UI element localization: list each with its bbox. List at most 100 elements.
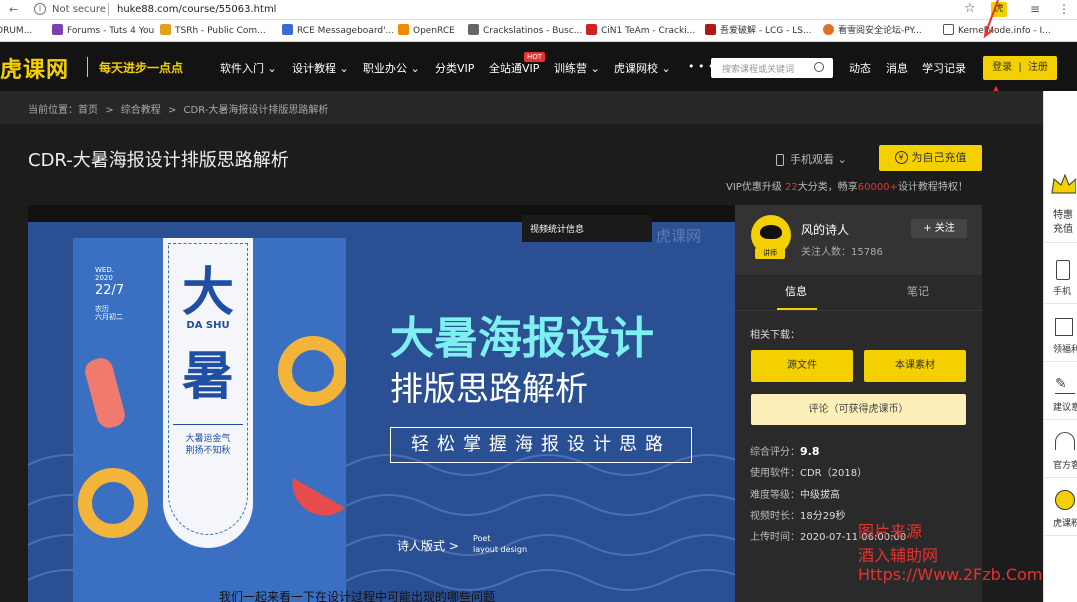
info-label: 使用软件： (750, 468, 800, 479)
site-slogan: 每天进步一点点 (99, 61, 184, 75)
sidebar-label: 特惠充值 (1053, 210, 1073, 235)
follow-button[interactable]: + 关注 (911, 219, 967, 238)
nav-item-training[interactable]: 训练营 ⌄ (554, 60, 600, 76)
nav-item-office[interactable]: 职业办公 ⌄ (363, 60, 420, 76)
bookmark-label: TSRh - Public Com... (175, 26, 266, 36)
material-button[interactable]: 本课素材 (864, 350, 966, 382)
breadcrumb-home[interactable]: 首页 (78, 105, 98, 116)
stats-overlay[interactable]: 视频统计信息 (522, 215, 652, 242)
sidebar-item-mobile[interactable]: 手机 (1044, 246, 1077, 304)
recharge-label: 为自己充值 (911, 151, 967, 164)
bookmark-item[interactable]: ORUM... (0, 20, 32, 41)
sidebar-item-points[interactable]: 虎课积 (1044, 478, 1077, 536)
bookmark-label: OpenRCE (413, 26, 455, 36)
register-button[interactable]: 注册 (1028, 62, 1048, 73)
watermelon-shape (292, 478, 345, 516)
link-feed[interactable]: 动态 (849, 60, 871, 76)
nav-item-school[interactable]: 虎课网校 ⌄ (614, 60, 671, 76)
recharge-button[interactable]: ¥ 为自己充值 (879, 145, 982, 171)
downloads-label: 相关下载： (750, 330, 800, 341)
poster-pinyin: DA SHU (186, 320, 230, 331)
search-input[interactable]: 搜索课程或关键词 (722, 62, 794, 75)
sidebar-item-gift[interactable]: 领福利 (1044, 304, 1077, 362)
source-file-button[interactable]: 源文件 (751, 350, 853, 382)
tab-notes[interactable]: 笔记 (907, 283, 929, 299)
back-arrow-icon[interactable]: ← (9, 3, 18, 16)
bookmark-label: 吾爱破解 - LCG - LS... (720, 26, 812, 36)
star-icon[interactable]: ☆ (964, 1, 976, 16)
bookmark-item[interactable]: CiN1 TeAm - Cracki... (586, 20, 696, 41)
swim-ring-shape (278, 336, 346, 406)
info-label: 综合评分： (750, 447, 800, 458)
sidebar-label: 虎课积 (1053, 519, 1077, 529)
bookmark-label: CiN1 TeAm - Cracki... (601, 26, 696, 36)
nav-item-category-vip[interactable]: 分类VIP (435, 60, 474, 76)
bookmark-item[interactable]: RCE Messageboard'... (282, 20, 394, 41)
teacher-name[interactable]: 风的诗人 (801, 221, 849, 238)
auth-divider: | (1018, 62, 1022, 73)
sidebar-item-recharge[interactable]: 特惠充值 (1044, 163, 1077, 243)
overlay-watermark-line2: 酒入辅助网 (858, 546, 939, 565)
menu-icon[interactable]: ⋮ (1058, 2, 1070, 16)
vip-promo-text: VIP优惠升级 (726, 182, 785, 193)
followers-label: 关注人数： (801, 247, 851, 258)
bookmark-item[interactable]: OpenRCE (398, 20, 455, 41)
avatar-shape (760, 225, 782, 239)
info-rating: 综合评分：9.8 (750, 443, 820, 458)
info-label: 难度等级： (750, 490, 800, 501)
vip-promo-number: 60000+ (857, 182, 898, 193)
breadcrumb: 当前位置：首页 > 综合教程 > CDR-大暑海报设计排版思路解析 (0, 91, 1045, 124)
breadcrumb-current: CDR-大暑海报设计排版思路解析 (183, 105, 329, 116)
bookmark-item[interactable]: Forums - Tuts 4 You (52, 20, 155, 41)
comment-button[interactable]: 评论（可获得虎课币） (751, 394, 966, 425)
overlay-watermark-line1: 图片来源 (858, 522, 923, 541)
bookmark-item[interactable]: 吾爱破解 - LCG - LS... (705, 20, 812, 41)
course-title: CDR-大暑海报设计排版思路解析 (28, 150, 289, 171)
breadcrumb-category[interactable]: 综合教程 (121, 105, 161, 116)
bookmark-item[interactable]: 看雪阅安全论坛-PY... (823, 20, 922, 41)
mobile-watch-label: 手机观看 (790, 153, 834, 166)
bookmark-label: 看雪阅安全论坛-PY... (838, 26, 922, 36)
nav-label: 软件入门 (220, 62, 264, 75)
bookmark-icon (468, 24, 479, 35)
vip-promo-number: 22 (785, 182, 798, 193)
sidebar-item-support[interactable]: 官方客 (1044, 420, 1077, 478)
chevron-down-icon: ⌄ (661, 62, 671, 75)
reading-list-icon[interactable]: ≡ (1030, 2, 1040, 16)
link-history[interactable]: 学习记录 (922, 60, 966, 76)
bookmark-icon (705, 24, 716, 35)
poster-big-char: 暑 (181, 347, 234, 407)
vip-promo[interactable]: VIP优惠升级 22大分类，畅享60000+设计教程特权！ (726, 178, 968, 193)
poster-date: 22/7 (95, 283, 125, 298)
browser-address-bar: ← i Not secure huke88.com/course/55063.h… (0, 0, 1077, 20)
bookmark-item[interactable]: TSRh - Public Com... (160, 20, 266, 41)
mobile-watch-button[interactable]: 手机观看 ⌄ (776, 151, 847, 167)
nav-item-design[interactable]: 设计教程 ⌄ (292, 60, 349, 76)
poster-banner: 大 DA SHU 暑 大暑运金气 荆扬不知秋 (163, 238, 253, 548)
site-logo[interactable]: 虎课网 (0, 52, 69, 84)
headline-main: 大暑海报设计 (390, 313, 654, 364)
search-box[interactable]: 搜索课程或关键词 (711, 58, 833, 78)
info-value: 18分29秒 (800, 511, 846, 522)
video-watermark: 虎课网 (656, 227, 702, 245)
nav-item-all-vip[interactable]: 全站通VIP (489, 60, 539, 76)
site-header: 虎课网 每天进步一点点 软件入门 ⌄ 设计教程 ⌄ 职业办公 ⌄ 分类VIP 全… (0, 43, 1077, 91)
link-messages[interactable]: 消息 (886, 60, 908, 76)
sidebar-label: 手机 (1053, 287, 1072, 297)
poster-image: 大 DA SHU 暑 大暑运金气 荆扬不知秋 WED. 2020 22/7 农历… (73, 238, 346, 602)
video-player[interactable]: 大 DA SHU 暑 大暑运金气 荆扬不知秋 WED. 2020 22/7 农历… (28, 205, 735, 602)
url-input[interactable]: huke88.com/course/55063.html (117, 4, 276, 15)
mobile-icon (1056, 260, 1070, 280)
nav-label: 训练营 (554, 62, 587, 75)
nav-item-software[interactable]: 软件入门 ⌄ (220, 60, 277, 76)
search-icon[interactable] (814, 62, 824, 72)
bookmark-label: Forums - Tuts 4 You (67, 26, 155, 36)
vip-promo-text: 设计教程特权！ (897, 182, 968, 193)
sidebar-item-feedback[interactable]: ✎ 建议意 (1044, 362, 1077, 420)
series-label: 诗人版式 > (397, 539, 459, 553)
series-en: Poet (473, 534, 491, 543)
tab-info[interactable]: 信息 (785, 283, 807, 299)
info-value: 9.8 (800, 445, 820, 458)
bookmark-item[interactable]: Crackslatinos - Busc... (468, 20, 582, 41)
info-icon[interactable]: i (34, 3, 46, 15)
